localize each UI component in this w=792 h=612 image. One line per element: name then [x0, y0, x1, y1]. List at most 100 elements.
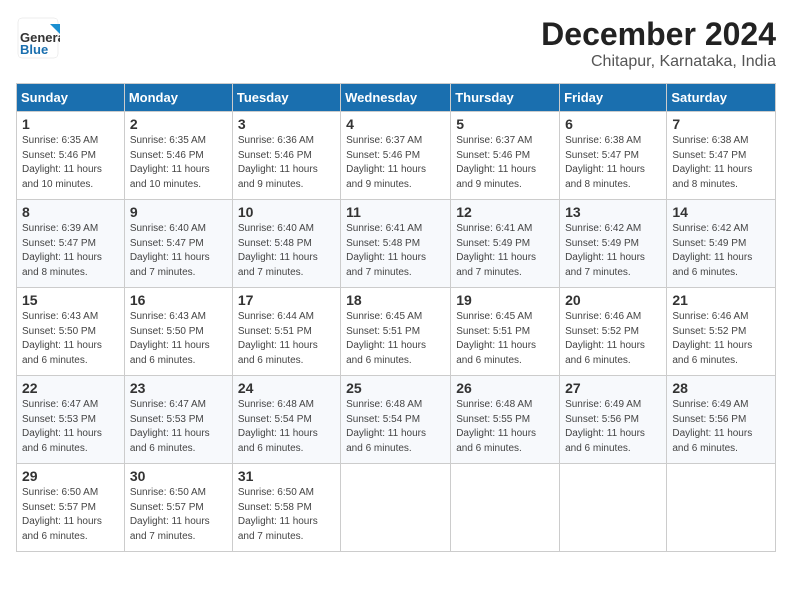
day-number: 3 [238, 116, 335, 132]
logo-icon: General Blue [16, 16, 60, 60]
calendar-cell [341, 464, 451, 552]
title-block: December 2024 Chitapur, Karnataka, India [541, 16, 776, 71]
day-info: Sunrise: 6:43 AMSunset: 5:50 PMDaylight:… [22, 310, 119, 368]
calendar-cell: 7 Sunrise: 6:38 AMSunset: 5:47 PMDaylight… [667, 112, 776, 200]
calendar-cell: 8 Sunrise: 6:39 AMSunset: 5:47 PMDaylight… [17, 200, 125, 288]
day-number: 20 [565, 292, 661, 308]
weekday-header-sunday: Sunday [17, 84, 125, 112]
logo: General Blue [16, 16, 60, 60]
day-number: 24 [238, 380, 335, 396]
calendar-cell: 19 Sunrise: 6:45 AMSunset: 5:51 PMDayligh… [451, 288, 560, 376]
day-info: Sunrise: 6:38 AMSunset: 5:47 PMDaylight:… [672, 134, 770, 192]
day-number: 13 [565, 204, 661, 220]
day-info: Sunrise: 6:48 AMSunset: 5:54 PMDaylight:… [346, 398, 445, 456]
day-info: Sunrise: 6:50 AMSunset: 5:57 PMDaylight:… [130, 486, 227, 544]
weekday-header-friday: Friday [560, 84, 667, 112]
day-number: 18 [346, 292, 445, 308]
day-info: Sunrise: 6:35 AMSunset: 5:46 PMDaylight:… [130, 134, 227, 192]
svg-text:Blue: Blue [20, 42, 48, 57]
calendar-cell: 21 Sunrise: 6:46 AMSunset: 5:52 PMDayligh… [667, 288, 776, 376]
calendar-cell: 30 Sunrise: 6:50 AMSunset: 5:57 PMDayligh… [124, 464, 232, 552]
day-number: 8 [22, 204, 119, 220]
calendar-cell: 23Sunrise: 6:47 AMSunset: 5:53 PMDayligh… [124, 376, 232, 464]
calendar-cell: 13 Sunrise: 6:42 AMSunset: 5:49 PMDayligh… [560, 200, 667, 288]
day-number: 11 [346, 204, 445, 220]
day-number: 17 [238, 292, 335, 308]
day-number: 1 [22, 116, 119, 132]
calendar-cell: 18Sunrise: 6:45 AMSunset: 5:51 PMDayligh… [341, 288, 451, 376]
day-number: 19 [456, 292, 554, 308]
day-number: 5 [456, 116, 554, 132]
day-info: Sunrise: 6:42 AMSunset: 5:49 PMDaylight:… [565, 222, 661, 280]
day-info: Sunrise: 6:45 AMSunset: 5:51 PMDaylight:… [456, 310, 554, 368]
day-number: 2 [130, 116, 227, 132]
day-info: Sunrise: 6:47 AMSunset: 5:53 PMDaylight:… [130, 398, 227, 456]
day-info: Sunrise: 6:38 AMSunset: 5:47 PMDaylight:… [565, 134, 661, 192]
calendar-cell: 9 Sunrise: 6:40 AMSunset: 5:47 PMDaylight… [124, 200, 232, 288]
day-info: Sunrise: 6:46 AMSunset: 5:52 PMDaylight:… [565, 310, 661, 368]
day-number: 28 [672, 380, 770, 396]
day-number: 31 [238, 468, 335, 484]
location-subtitle: Chitapur, Karnataka, India [541, 53, 776, 71]
calendar-cell: 24 Sunrise: 6:48 AMSunset: 5:54 PMDayligh… [232, 376, 340, 464]
weekday-header-tuesday: Tuesday [232, 84, 340, 112]
day-info: Sunrise: 6:40 AMSunset: 5:48 PMDaylight:… [238, 222, 335, 280]
day-info: Sunrise: 6:41 AMSunset: 5:49 PMDaylight:… [456, 222, 554, 280]
calendar-table: SundayMondayTuesdayWednesdayThursdayFrid… [16, 83, 776, 552]
calendar-cell [667, 464, 776, 552]
day-number: 22 [22, 380, 119, 396]
day-info: Sunrise: 6:49 AMSunset: 5:56 PMDaylight:… [672, 398, 770, 456]
weekday-header-wednesday: Wednesday [341, 84, 451, 112]
day-info: Sunrise: 6:43 AMSunset: 5:50 PMDaylight:… [130, 310, 227, 368]
day-number: 15 [22, 292, 119, 308]
day-number: 4 [346, 116, 445, 132]
day-number: 12 [456, 204, 554, 220]
day-number: 25 [346, 380, 445, 396]
weekday-header-saturday: Saturday [667, 84, 776, 112]
day-info: Sunrise: 6:50 AMSunset: 5:58 PMDaylight:… [238, 486, 335, 544]
day-number: 21 [672, 292, 770, 308]
calendar-cell: 26 Sunrise: 6:48 AMSunset: 5:55 PMDayligh… [451, 376, 560, 464]
day-info: Sunrise: 6:37 AMSunset: 5:46 PMDaylight:… [456, 134, 554, 192]
calendar-cell: 27 Sunrise: 6:49 AMSunset: 5:56 PMDayligh… [560, 376, 667, 464]
calendar-cell: 1 Sunrise: 6:35 AMSunset: 5:46 PMDaylight… [17, 112, 125, 200]
calendar-cell: 5 Sunrise: 6:37 AMSunset: 5:46 PMDaylight… [451, 112, 560, 200]
calendar-week-row: 29Sunrise: 6:50 AMSunset: 5:57 PMDayligh… [17, 464, 776, 552]
day-number: 30 [130, 468, 227, 484]
day-number: 14 [672, 204, 770, 220]
page-header: General Blue December 2024 Chitapur, Kar… [16, 16, 776, 71]
calendar-week-row: 15 Sunrise: 6:43 AMSunset: 5:50 PMDayligh… [17, 288, 776, 376]
calendar-cell: 3Sunrise: 6:36 AMSunset: 5:46 PMDaylight… [232, 112, 340, 200]
calendar-cell: 11Sunrise: 6:41 AMSunset: 5:48 PMDayligh… [341, 200, 451, 288]
day-info: Sunrise: 6:49 AMSunset: 5:56 PMDaylight:… [565, 398, 661, 456]
calendar-cell: 10Sunrise: 6:40 AMSunset: 5:48 PMDayligh… [232, 200, 340, 288]
day-info: Sunrise: 6:37 AMSunset: 5:46 PMDaylight:… [346, 134, 445, 192]
day-number: 9 [130, 204, 227, 220]
day-number: 6 [565, 116, 661, 132]
calendar-cell: 4 Sunrise: 6:37 AMSunset: 5:46 PMDaylight… [341, 112, 451, 200]
day-info: Sunrise: 6:39 AMSunset: 5:47 PMDaylight:… [22, 222, 119, 280]
calendar-cell: 2 Sunrise: 6:35 AMSunset: 5:46 PMDaylight… [124, 112, 232, 200]
calendar-cell: 28 Sunrise: 6:49 AMSunset: 5:56 PMDayligh… [667, 376, 776, 464]
day-info: Sunrise: 6:48 AMSunset: 5:54 PMDaylight:… [238, 398, 335, 456]
calendar-cell [560, 464, 667, 552]
calendar-cell: 14Sunrise: 6:42 AMSunset: 5:49 PMDayligh… [667, 200, 776, 288]
day-number: 27 [565, 380, 661, 396]
calendar-week-row: 22 Sunrise: 6:47 AMSunset: 5:53 PMDayligh… [17, 376, 776, 464]
day-info: Sunrise: 6:46 AMSunset: 5:52 PMDaylight:… [672, 310, 770, 368]
calendar-cell: 15 Sunrise: 6:43 AMSunset: 5:50 PMDayligh… [17, 288, 125, 376]
day-number: 7 [672, 116, 770, 132]
day-number: 26 [456, 380, 554, 396]
day-info: Sunrise: 6:47 AMSunset: 5:53 PMDaylight:… [22, 398, 119, 456]
day-info: Sunrise: 6:50 AMSunset: 5:57 PMDaylight:… [22, 486, 119, 544]
calendar-cell: 22 Sunrise: 6:47 AMSunset: 5:53 PMDayligh… [17, 376, 125, 464]
calendar-cell: 20 Sunrise: 6:46 AMSunset: 5:52 PMDayligh… [560, 288, 667, 376]
calendar-cell: 25 Sunrise: 6:48 AMSunset: 5:54 PMDayligh… [341, 376, 451, 464]
month-title: December 2024 [541, 16, 776, 53]
calendar-cell: 17Sunrise: 6:44 AMSunset: 5:51 PMDayligh… [232, 288, 340, 376]
day-info: Sunrise: 6:40 AMSunset: 5:47 PMDaylight:… [130, 222, 227, 280]
day-info: Sunrise: 6:35 AMSunset: 5:46 PMDaylight:… [22, 134, 119, 192]
day-info: Sunrise: 6:48 AMSunset: 5:55 PMDaylight:… [456, 398, 554, 456]
weekday-header-monday: Monday [124, 84, 232, 112]
calendar-cell: 12 Sunrise: 6:41 AMSunset: 5:49 PMDayligh… [451, 200, 560, 288]
